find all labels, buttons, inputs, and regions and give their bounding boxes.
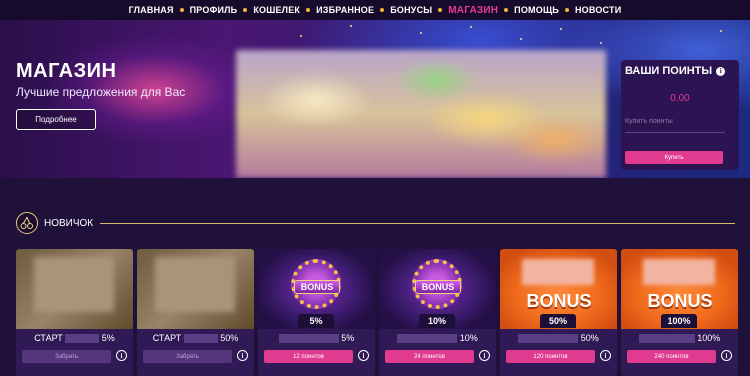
redacted-text	[183, 334, 218, 344]
firework-spark	[470, 26, 472, 28]
card-title: 50%	[500, 333, 617, 344]
section-divider	[100, 223, 735, 224]
card-image	[137, 249, 254, 329]
card-image	[16, 249, 133, 329]
buy-offer-button[interactable]: 12 поинтов	[264, 350, 353, 363]
info-icon[interactable]: i	[358, 350, 369, 361]
offer-cards: СТАРТ 5% Забрать i СТАРТ 50% Забрать i B…	[16, 249, 738, 376]
offer-card[interactable]: BONUS 10% 10% 24 поинтов i	[379, 249, 496, 376]
nav-item-help[interactable]: ПОМОЩЬ	[508, 5, 565, 15]
hero-image	[236, 50, 606, 178]
info-icon[interactable]: i	[479, 350, 490, 361]
blurred-graphic	[522, 259, 594, 285]
info-icon[interactable]: i	[237, 350, 248, 361]
firework-spark	[600, 42, 602, 44]
cherries-icon-svg	[20, 216, 33, 229]
page-title: МАГАЗИН	[16, 60, 117, 82]
firework-spark	[520, 38, 522, 40]
firework-spark	[560, 28, 562, 30]
card-percent: 5%	[341, 333, 355, 343]
buy-offer-button[interactable]: 240 поинтов	[627, 350, 716, 363]
buy-offer-button[interactable]: 120 поинтов	[506, 350, 595, 363]
percent-tab: 10%	[419, 314, 455, 328]
nav-item-bonuses[interactable]: БОНУСЫ	[384, 5, 438, 15]
bonus-label: BONUS	[647, 291, 713, 311]
card-image: BONUS 100%	[621, 249, 738, 329]
offer-card[interactable]: СТАРТ 50% Забрать i	[137, 249, 254, 376]
card-title: 5%	[258, 333, 375, 344]
offer-card[interactable]: BONUS 50% 50% 120 поинтов i	[500, 249, 617, 376]
bonus-badge: BONUS	[415, 280, 461, 294]
offer-card[interactable]: СТАРТ 5% Забрать i	[16, 249, 133, 376]
points-title-text: ВАШИ ПОИНТЫ	[625, 65, 713, 77]
section-title: НОВИЧОК	[44, 218, 94, 229]
nav-item-shop[interactable]: МАГАЗИН	[442, 5, 504, 16]
redacted-text	[518, 334, 579, 344]
card-title: СТАРТ 50%	[137, 333, 254, 344]
info-icon[interactable]: i	[116, 350, 127, 361]
card-percent: 100%	[697, 333, 721, 343]
blurred-graphic	[643, 259, 715, 285]
redacted-text	[397, 334, 458, 344]
claim-button[interactable]: Забрать	[143, 350, 232, 363]
redacted-text	[65, 334, 100, 344]
top-nav: ГЛАВНАЯ ПРОФИЛЬ КОШЕЛЕК ИЗБРАННОЕ БОНУСЫ…	[0, 0, 750, 20]
card-percent: 50%	[580, 333, 599, 343]
bonus-badge: BONUS	[294, 280, 340, 294]
firework-spark	[350, 25, 352, 27]
offer-card[interactable]: BONUS 100% 100% 240 поинтов i	[621, 249, 738, 376]
info-icon[interactable]: i	[721, 350, 732, 361]
card-title: СТАРТ 5%	[16, 333, 133, 344]
nav-item-favorites[interactable]: ИЗБРАННОЕ	[310, 5, 380, 15]
buy-offer-button[interactable]: 24 поинтов	[385, 350, 474, 363]
points-title: ВАШИ ПОИНТЫ i	[625, 65, 726, 77]
buy-button[interactable]: Купить	[625, 151, 723, 164]
redacted-text	[638, 334, 695, 344]
firework-spark	[420, 32, 422, 34]
offer-card[interactable]: BONUS 5% 5% 12 поинтов i	[258, 249, 375, 376]
percent-tab: 50%	[540, 314, 576, 328]
info-icon[interactable]: i	[600, 350, 611, 361]
card-name: СТАРТ	[34, 333, 63, 343]
card-percent: 10%	[459, 333, 478, 343]
page-subtitle: Лучшие предложения для Вас	[16, 85, 186, 99]
card-percent: 5%	[101, 333, 115, 343]
firework-spark	[720, 30, 722, 32]
claim-button[interactable]: Забрать	[22, 350, 111, 363]
card-percent: 50%	[220, 333, 239, 343]
points-panel: ВАШИ ПОИНТЫ i 0.00 Купить поинты Купить	[621, 60, 739, 170]
points-balance: 0.00	[670, 93, 690, 104]
more-button[interactable]: Подробнее	[16, 109, 96, 130]
nav-item-profile[interactable]: ПРОФИЛЬ	[184, 5, 244, 15]
nav-item-news[interactable]: НОВОСТИ	[569, 5, 627, 15]
percent-tab: 5%	[298, 314, 334, 328]
buy-points-input-underline[interactable]	[625, 132, 725, 133]
card-title: 100%	[621, 333, 738, 344]
card-title: 10%	[379, 333, 496, 344]
card-image: BONUS 50%	[500, 249, 617, 329]
redacted-text	[278, 334, 339, 344]
firework-spark	[300, 35, 302, 37]
card-image: BONUS 10%	[379, 249, 496, 329]
hero-banner: МАГАЗИН Лучшие предложения для Вас Подро…	[0, 20, 750, 178]
percent-tab: 100%	[661, 314, 697, 328]
nav-item-home[interactable]: ГЛАВНАЯ	[123, 5, 180, 15]
bonus-label: BONUS	[526, 291, 592, 311]
nav-item-wallet[interactable]: КОШЕЛЕК	[247, 5, 306, 15]
buy-points-label: Купить поинты	[625, 118, 673, 125]
info-icon[interactable]: i	[716, 66, 726, 76]
cherries-icon	[16, 212, 38, 234]
card-image: BONUS 5%	[258, 249, 375, 329]
card-name: СТАРТ	[152, 333, 182, 343]
